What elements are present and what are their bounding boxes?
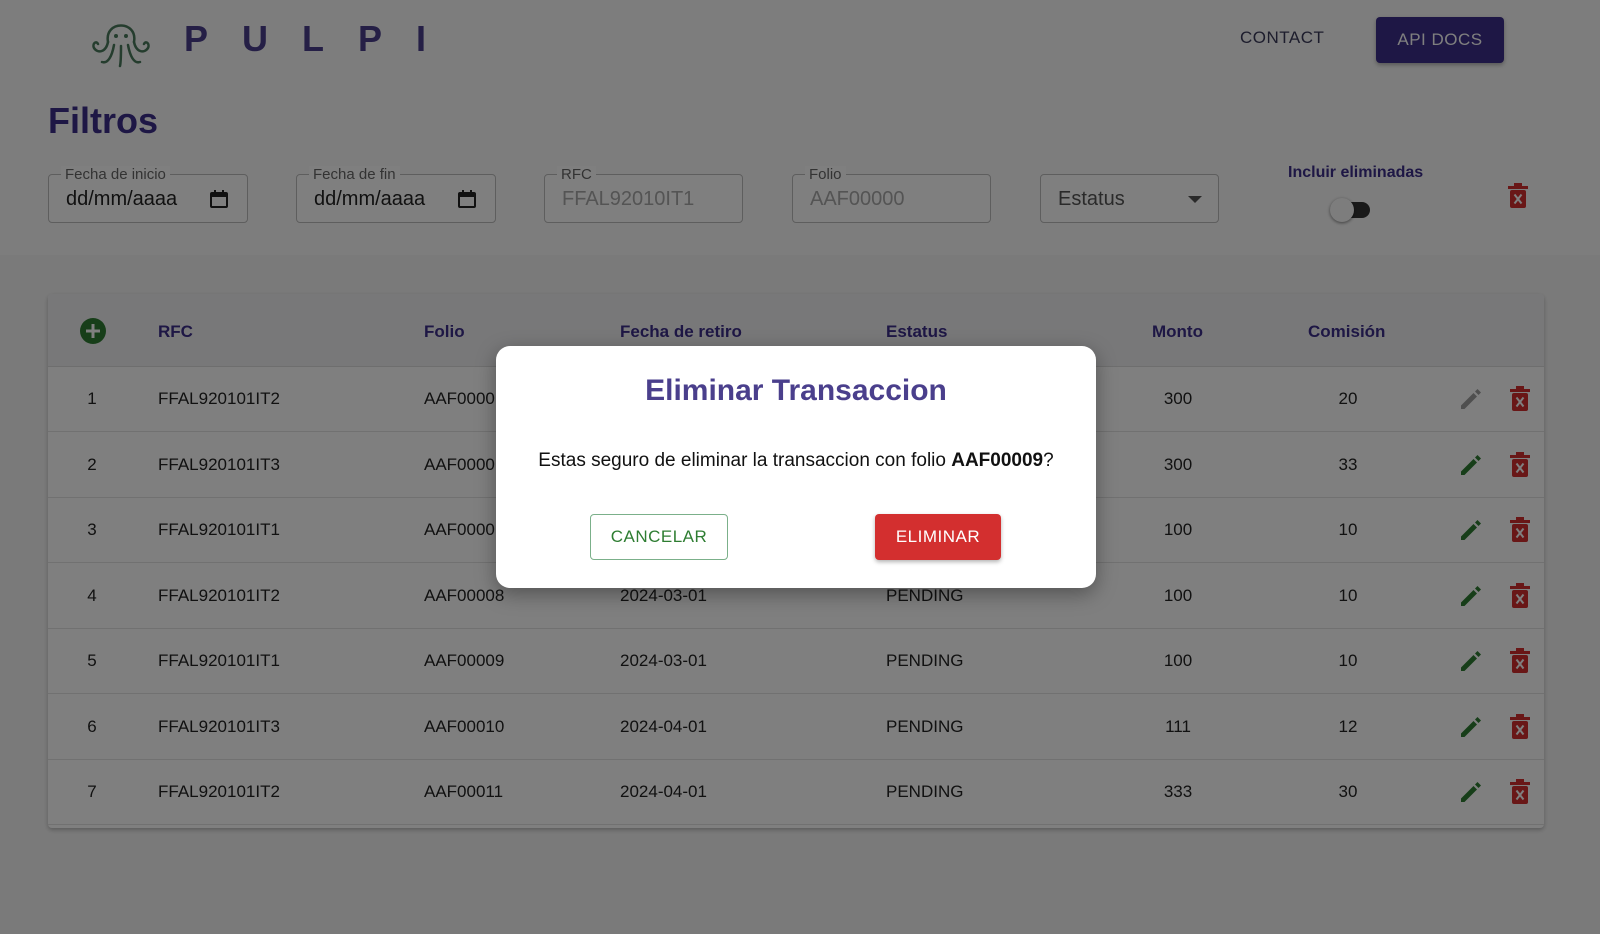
dialog-folio: AAF00009 [951,450,1044,471]
delete-confirmation-dialog: Eliminar Transaccion Estas seguro de eli… [496,346,1096,588]
dialog-message-prefix: Estas seguro de eliminar la transaccion … [538,450,952,471]
dialog-title: Eliminar Transaccion [645,374,947,407]
confirm-delete-button[interactable]: ELIMINAR [875,514,1001,560]
cancel-button[interactable]: CANCELAR [590,514,728,560]
dialog-message: Estas seguro de eliminar la transaccion … [496,450,1096,472]
dialog-message-suffix: ? [1043,450,1054,471]
